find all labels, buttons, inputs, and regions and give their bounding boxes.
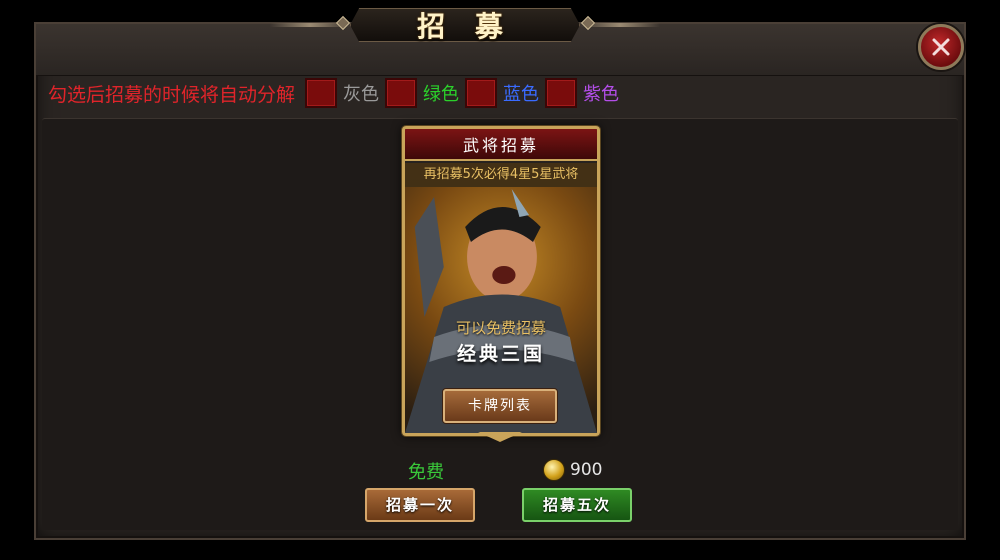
label-green: 绿色 — [423, 84, 460, 105]
checkbox-gray[interactable] — [305, 78, 338, 108]
close-icon — [932, 38, 950, 56]
recruit-five-cost: 900 — [570, 460, 603, 480]
checkbox-green[interactable] — [385, 78, 418, 108]
checkbox-purple[interactable] — [545, 78, 578, 108]
label-gray: 灰色 — [343, 84, 380, 105]
close-button[interactable] — [918, 24, 964, 70]
label-purple: 紫色 — [583, 84, 620, 105]
auto-decompose-filter: 勾选后招募的时候将自动分解 灰色 绿色 蓝色 紫色 — [48, 78, 625, 108]
checkbox-blue[interactable] — [465, 78, 498, 108]
recruit-card[interactable]: 武将招募 再招募5次必得4星5星武将 可以免费招募 经典三国 卡牌列表 — [402, 126, 600, 436]
card-title: 武将招募 — [462, 136, 539, 155]
gold-ingot-icon — [543, 459, 565, 481]
card-list-button[interactable]: 卡牌列表 — [443, 389, 557, 423]
page-title: 招 募 — [417, 10, 513, 43]
recruit-five-button[interactable]: 招募五次 — [522, 488, 632, 522]
filter-label: 勾选后招募的时候将自动分解 — [48, 83, 296, 106]
recruit-once-cost: 免费 — [408, 462, 444, 483]
title-plate: 招 募 — [350, 8, 580, 42]
label-blue: 蓝色 — [503, 84, 540, 105]
card-header: 武将招募 — [405, 129, 597, 161]
recruit-once-button[interactable]: 招募一次 — [365, 488, 475, 522]
card-guarantee-text: 再招募5次必得4星5星武将 — [405, 163, 597, 187]
card-pool-name: 经典三国 — [456, 343, 545, 365]
free-recruit-text: 可以免费招募 — [455, 319, 546, 337]
